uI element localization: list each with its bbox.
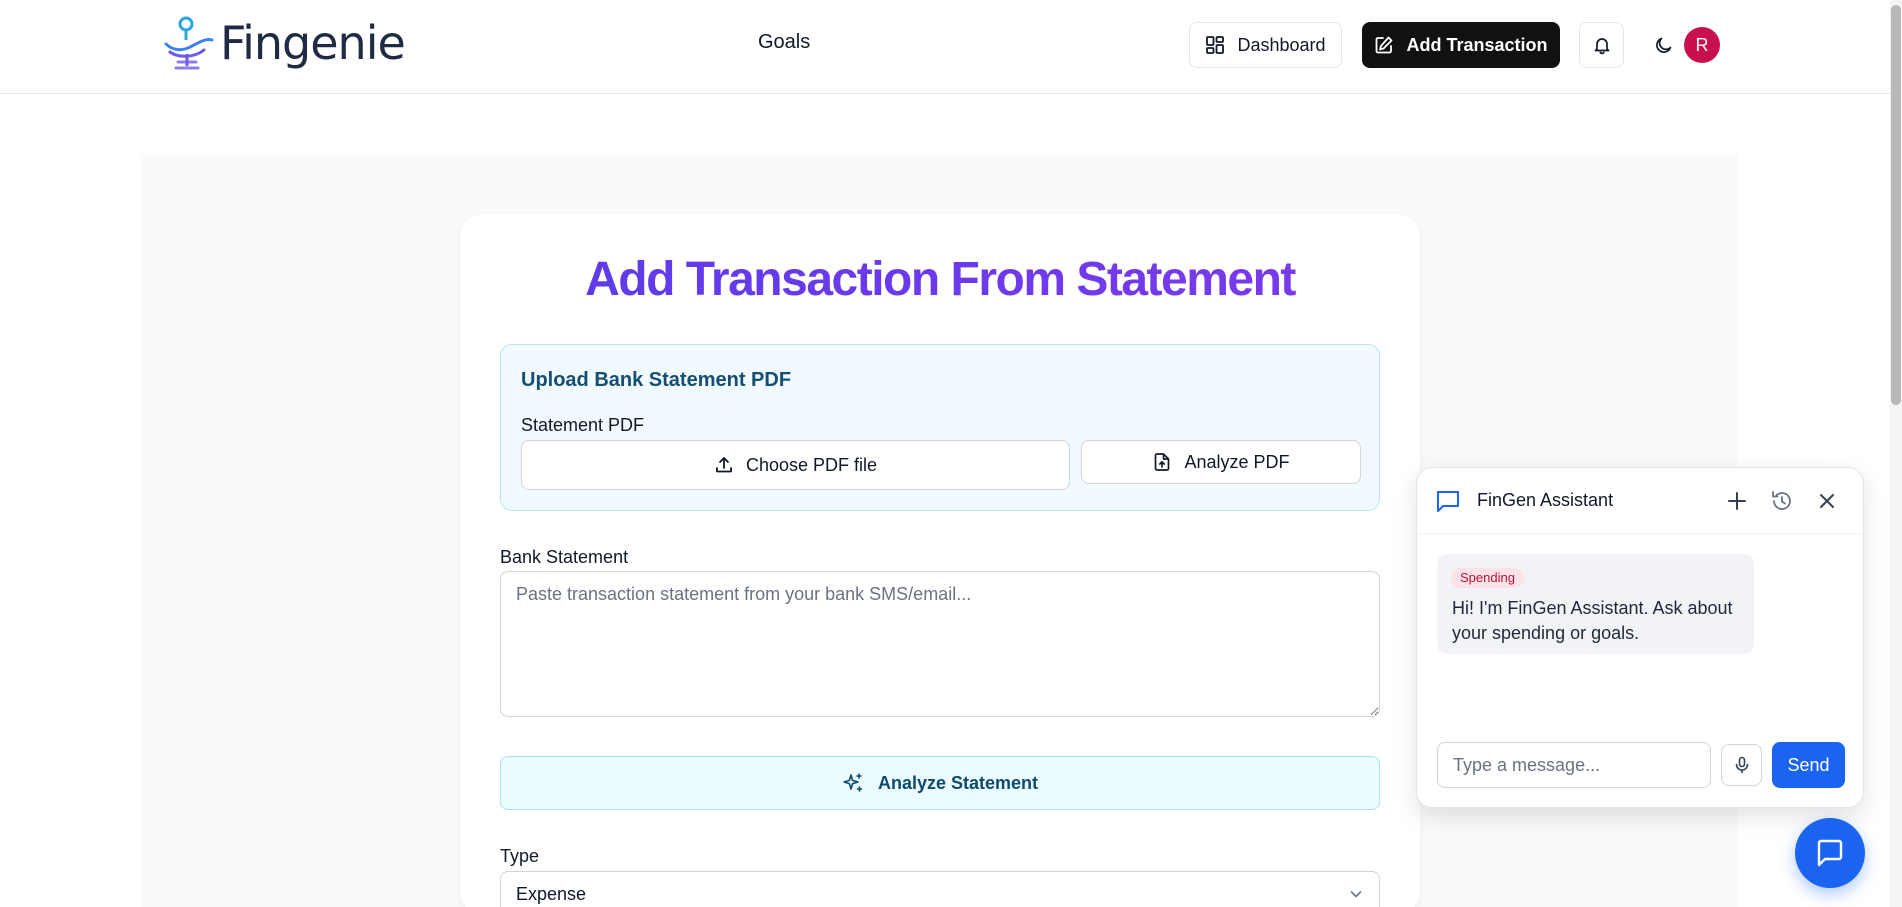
choose-pdf-button[interactable]: Choose PDF file	[521, 440, 1070, 490]
analyze-pdf-button[interactable]: Analyze PDF	[1081, 440, 1361, 484]
dashboard-label: Dashboard	[1237, 34, 1326, 55]
type-selected-value: Expense	[516, 883, 587, 904]
chat-header: FinGen Assistant	[1417, 468, 1863, 534]
page-title: Add Transaction From Statement	[460, 252, 1420, 307]
file-upload-icon	[1155, 453, 1170, 471]
add-transaction-card: Add Transaction From Statement Upload Ba…	[460, 214, 1420, 907]
genie-lamp-icon	[164, 16, 214, 70]
brand-name: Fingenie	[220, 16, 406, 70]
assistant-chat-panel: FinGen Assistant Spending Hi! I'm FinGen…	[1416, 467, 1864, 808]
chat-toggle-button[interactable]	[1795, 818, 1865, 888]
upload-section-title: Upload Bank Statement PDF	[521, 369, 792, 391]
bank-statement-label: Bank Statement	[500, 547, 629, 567]
theme-toggle-button[interactable]	[1641, 22, 1687, 68]
add-transaction-label: Add Transaction	[1406, 34, 1548, 55]
message-square-icon	[1817, 839, 1843, 867]
message-text: Hi! I'm FinGen Assistant. Ask about your…	[1452, 598, 1733, 643]
sparkles-icon	[843, 773, 863, 792]
pdf-upload-section: Upload Bank Statement PDF Statement PDF …	[500, 344, 1380, 511]
bell-icon	[1594, 38, 1609, 55]
statement-pdf-label: Statement PDF	[521, 415, 645, 435]
plus-icon[interactable]	[1723, 487, 1751, 515]
notifications-button[interactable]	[1579, 22, 1624, 68]
dashboard-button[interactable]: Dashboard	[1189, 22, 1342, 68]
type-select[interactable]: Expense	[500, 871, 1380, 907]
add-transaction-button[interactable]: Add Transaction	[1362, 22, 1560, 68]
type-label: Type	[500, 846, 540, 866]
top-header: Fingenie Goals Dashboard Add Transaction…	[0, 0, 1890, 94]
page-scrollbar-thumb[interactable]	[1891, 5, 1901, 405]
choose-pdf-label: Choose PDF file	[745, 454, 878, 475]
voice-input-button[interactable]	[1721, 744, 1762, 786]
chevron-down-icon	[1350, 891, 1362, 898]
message-tag: Spending	[1451, 568, 1524, 588]
nav-goals-link[interactable]: Goals	[758, 31, 810, 54]
dashboard-grid-icon	[1206, 36, 1225, 54]
user-avatar[interactable]: R	[1684, 27, 1720, 63]
assistant-message: Spending Hi! I'm FinGen Assistant. Ask a…	[1437, 554, 1754, 654]
message-square-icon	[1437, 491, 1459, 512]
upload-icon	[716, 457, 732, 473]
moon-icon	[1656, 37, 1672, 53]
chat-title: FinGen Assistant	[1477, 490, 1614, 510]
history-icon[interactable]	[1768, 487, 1796, 515]
microphone-icon	[1735, 756, 1748, 774]
app-logo[interactable]: Fingenie	[162, 14, 406, 72]
analyze-pdf-label: Analyze PDF	[1184, 451, 1290, 472]
chat-message-input[interactable]	[1437, 742, 1711, 788]
send-button[interactable]: Send	[1772, 742, 1845, 788]
bank-statement-textarea[interactable]	[500, 571, 1380, 717]
analyze-statement-button[interactable]: Analyze Statement	[500, 756, 1380, 810]
analyze-statement-label: Analyze Statement	[877, 772, 1039, 793]
edit-icon	[1376, 36, 1393, 54]
close-icon[interactable]	[1813, 487, 1841, 515]
